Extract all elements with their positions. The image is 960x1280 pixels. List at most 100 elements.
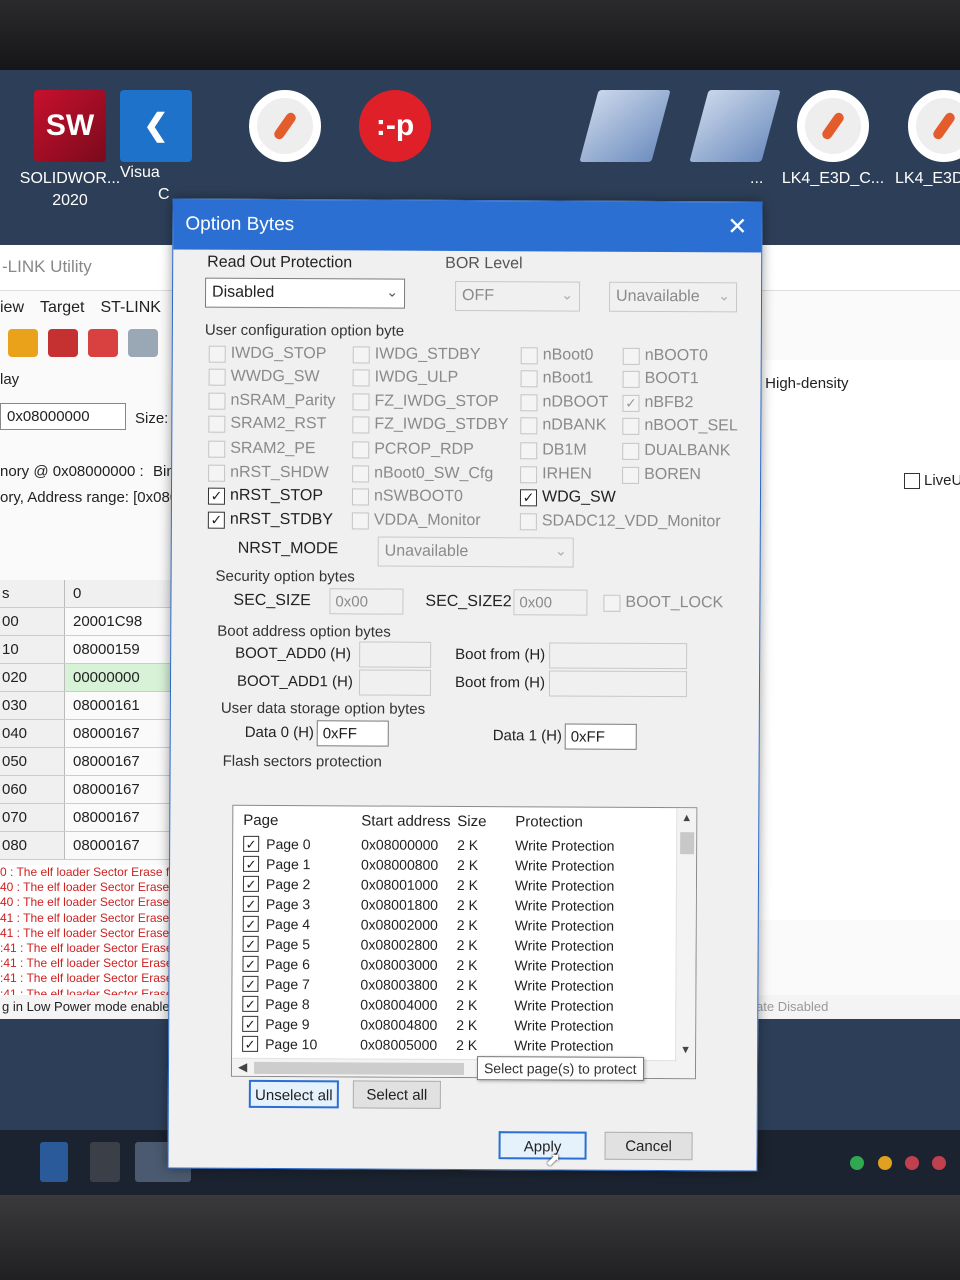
boot-lock-checkbox[interactable]: BOOT_LOCK — [603, 594, 723, 613]
desktop-icon-monitor-1[interactable] — [570, 90, 680, 168]
option-checkbox-vdda-monitor[interactable]: VDDA_Monitor — [351, 511, 481, 530]
option-checkbox-nboot1[interactable]: nBoot1 — [520, 369, 593, 387]
table-row[interactable]: ✓ Page 0 0x08000000 2 K Write Protection — [233, 834, 696, 856]
sec-size2-field[interactable]: 0x00 — [513, 589, 588, 616]
tray-icon[interactable] — [932, 1156, 946, 1170]
data0-field[interactable]: 0xFF — [316, 720, 389, 747]
option-checkbox-nrst-shdw[interactable]: nRST_SHDW — [208, 464, 329, 483]
select-all-button[interactable]: Select all — [352, 1080, 441, 1109]
table-row[interactable]: ✓ Page 4 0x08002000 2 K Write Protection — [233, 914, 696, 936]
program-icon[interactable] — [128, 329, 158, 357]
table-row[interactable]: ✓ Page 1 0x08000800 2 K Write Protection — [233, 854, 696, 876]
table-row[interactable]: ✓ Page 7 0x08003800 2 K Write Protection — [232, 974, 695, 996]
option-checkbox-sram2-pe[interactable]: SRAM2_PE — [208, 440, 316, 459]
option-checkbox-sram2-rst[interactable]: SRAM2_RST — [208, 415, 326, 434]
scroll-left-icon[interactable]: ◀ — [238, 1060, 247, 1074]
page-checkbox[interactable]: ✓ — [243, 855, 260, 872]
option-checkbox-wdg-sw[interactable]: ✓ WDG_SW — [519, 488, 616, 507]
erase-icon[interactable] — [88, 329, 118, 357]
vertical-scrollbar[interactable]: ▲ ▼ — [674, 808, 697, 1079]
boot-add0-field[interactable] — [359, 641, 432, 668]
taskbar-app-icon[interactable] — [90, 1142, 120, 1182]
page-checkbox[interactable]: ✓ — [243, 835, 260, 852]
read-out-protection-select[interactable]: Disabled ⌄ — [204, 277, 406, 309]
menu-stlink[interactable]: ST-LINK — [100, 299, 160, 323]
page-checkbox[interactable]: ✓ — [242, 955, 259, 972]
live-update-checkbox[interactable]: LiveU — [904, 472, 960, 489]
table-row[interactable]: ✓ Page 2 0x08001000 2 K Write Protection — [233, 874, 696, 896]
address-combo[interactable]: 0x08000000 — [0, 403, 126, 430]
tray-icon[interactable] — [905, 1156, 919, 1170]
desktop-icon-visual-studio[interactable]: ❮ Visua C — [120, 90, 192, 206]
column-header-start-address[interactable]: Start address — [361, 812, 457, 835]
option-checkbox-boot1[interactable]: BOOT1 — [622, 370, 699, 388]
flash-sectors-list[interactable]: Page Start address Size Protection ✓ Page… — [230, 804, 698, 1080]
option-checkbox-iwdg-stop[interactable]: IWDG_STOP — [208, 345, 326, 364]
boot-from1-field[interactable] — [548, 670, 688, 698]
option-checkbox-iwdg-stdby[interactable]: IWDG_STDBY — [352, 345, 481, 364]
boot-add1-field[interactable] — [358, 669, 432, 696]
option-checkbox-nboot0[interactable]: nBoot0 — [520, 346, 593, 364]
disconnect-icon[interactable] — [48, 329, 78, 357]
option-checkbox-wwdg-sw[interactable]: WWDG_SW — [208, 368, 320, 387]
desktop-icon-lk4-e3d-c[interactable]: LK4_E3D_C... — [778, 90, 888, 190]
page-checkbox[interactable]: ✓ — [242, 975, 259, 992]
tray-icon[interactable] — [850, 1156, 864, 1170]
connect-icon[interactable] — [8, 329, 38, 357]
column-header-size[interactable]: Size — [457, 813, 515, 835]
boot-from0-field[interactable] — [549, 642, 688, 670]
table-row[interactable]: ✓ Page 8 0x08004000 2 K Write Protection — [232, 994, 695, 1016]
option-checkbox-nboot0[interactable]: nBOOT0 — [622, 347, 708, 365]
option-checkbox-boren[interactable]: BOREN — [622, 466, 701, 484]
nrst-mode-select[interactable]: Unavailable ⌄ — [377, 536, 574, 568]
page-checkbox[interactable]: ✓ — [242, 875, 259, 892]
option-checkbox-fz-iwdg-stdby[interactable]: FZ_IWDG_STDBY — [352, 415, 509, 434]
data1-field[interactable]: 0xFF — [564, 723, 637, 750]
table-row[interactable]: ✓ Page 3 0x08001800 2 K Write Protection — [233, 894, 696, 916]
option-checkbox-nswboot0[interactable]: nSWBOOT0 — [351, 487, 463, 506]
option-checkbox-nboot0-sw-cfg[interactable]: nBoot0_SW_Cfg — [352, 464, 493, 483]
cancel-button[interactable]: Cancel — [604, 1131, 693, 1161]
desktop-icon-lk4-e3d[interactable]: LK4_E3D — [880, 90, 960, 190]
bor-extra-select[interactable]: Unavailable ⌄ — [608, 281, 738, 313]
table-row[interactable]: ✓ Page 9 0x08004800 2 K Write Protection — [232, 1014, 695, 1036]
option-checkbox-nsram-parity[interactable]: nSRAM_Parity — [208, 392, 335, 411]
scroll-thumb[interactable] — [680, 832, 695, 855]
table-row[interactable]: ✓ Page 5 0x08002800 2 K Write Protection — [233, 934, 696, 956]
scroll-down-icon[interactable]: ▼ — [680, 1044, 691, 1056]
desktop-icon-monitor-2[interactable]: ... — [680, 90, 790, 190]
unselect-all-button[interactable]: Unselect all — [248, 1079, 339, 1109]
option-checkbox-nbfb2[interactable]: ✓ nBFB2 — [622, 394, 693, 412]
option-checkbox-ndbank[interactable]: nDBANK — [520, 416, 606, 434]
option-checkbox-nrst-stop[interactable]: ✓ nRST_STOP — [207, 487, 323, 506]
page-checkbox[interactable]: ✓ — [242, 895, 259, 912]
option-checkbox-ndboot[interactable]: nDBOOT — [520, 393, 608, 411]
option-checkbox-sdadc12-vdd-monitor[interactable]: SDADC12_VDD_Monitor — [519, 512, 721, 531]
page-checkbox[interactable]: ✓ — [242, 915, 259, 932]
option-checkbox-fz-iwdg-stop[interactable]: FZ_IWDG_STOP — [352, 392, 499, 411]
column-header-protection[interactable]: Protection — [515, 813, 665, 836]
option-checkbox-nrst-stdby[interactable]: ✓ nRST_STDBY — [207, 511, 333, 530]
option-checkbox-dualbank[interactable]: DUALBANK — [622, 442, 731, 461]
scroll-thumb[interactable] — [253, 1061, 465, 1075]
taskbar-app-icon[interactable] — [40, 1142, 68, 1182]
page-checkbox[interactable]: ✓ — [242, 935, 259, 952]
option-checkbox-irhen[interactable]: IRHEN — [520, 465, 592, 483]
desktop-icon-lk4[interactable] — [230, 90, 340, 168]
scroll-up-icon[interactable]: ▲ — [681, 812, 692, 824]
bor-level-select[interactable]: OFF ⌄ — [454, 280, 581, 312]
page-checkbox[interactable]: ✓ — [242, 1015, 259, 1032]
desktop-icon-red-app[interactable]: :-p — [340, 90, 450, 168]
close-icon[interactable]: ✕ — [727, 212, 747, 241]
option-checkbox-iwdg-ulp[interactable]: IWDG_ULP — [352, 368, 458, 387]
page-checkbox[interactable]: ✓ — [242, 1035, 259, 1052]
desktop-icon-solidworks[interactable]: SW SOLIDWOR... 2020 — [15, 90, 125, 212]
option-checkbox-pcrop-rdp[interactable]: PCROP_RDP — [352, 440, 474, 459]
option-checkbox-db1m[interactable]: DB1M — [520, 441, 587, 459]
menu-view[interactable]: iew — [0, 299, 24, 323]
menu-target[interactable]: Target — [40, 299, 84, 323]
tray-icon[interactable] — [878, 1156, 892, 1170]
apply-button[interactable]: Apply — [498, 1131, 587, 1160]
sec-size-field[interactable]: 0x00 — [329, 588, 404, 615]
page-checkbox[interactable]: ✓ — [242, 995, 259, 1012]
